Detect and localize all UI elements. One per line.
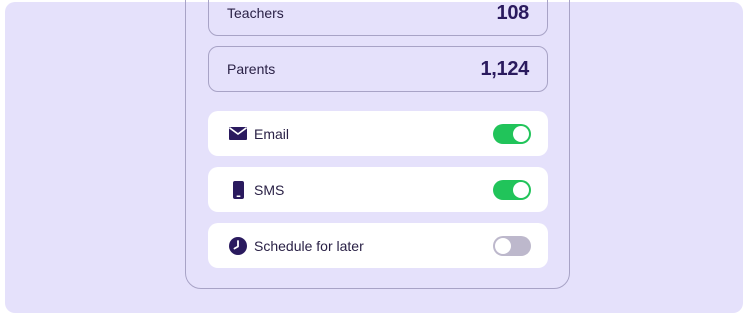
email-toggle[interactable]	[493, 123, 531, 144]
schedule-toggle[interactable]	[493, 235, 531, 256]
clock-icon	[229, 236, 247, 255]
toggle-knob	[495, 237, 511, 254]
sms-toggle[interactable]	[493, 179, 531, 200]
phone-icon	[229, 180, 247, 199]
stat-value: 108	[496, 1, 530, 24]
channel-label: SMS	[254, 181, 285, 198]
channel-label: Email	[254, 125, 290, 142]
stat-label: Teachers	[227, 5, 284, 21]
stat-parents: Parents 1,124	[208, 46, 548, 92]
channel-label: Schedule for later	[254, 237, 364, 254]
stat-teachers: Teachers 108	[208, 0, 548, 36]
envelope-icon	[229, 125, 247, 143]
toggle-knob	[513, 125, 529, 142]
stat-label: Parents	[227, 61, 276, 77]
toggle-knob	[513, 181, 529, 198]
stat-value: 1,124	[480, 57, 529, 80]
channel-row-email[interactable]: Email	[208, 111, 548, 156]
channel-row-sms[interactable]: SMS	[208, 167, 548, 212]
channel-row-schedule[interactable]: Schedule for later	[208, 223, 548, 268]
